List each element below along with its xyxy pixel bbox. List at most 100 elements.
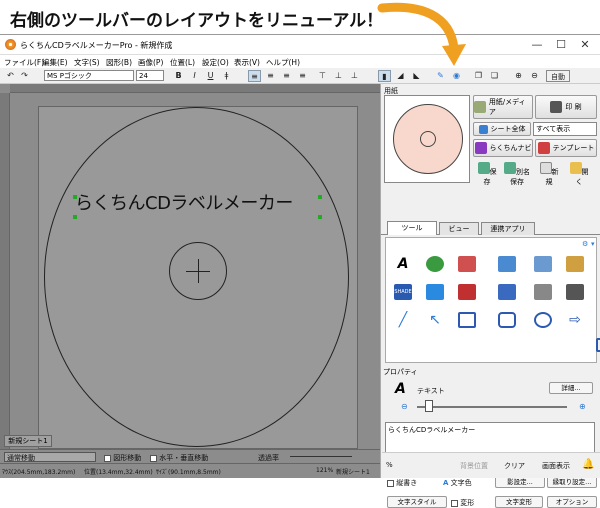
pin-icon[interactable]: ▾ — [591, 240, 595, 248]
text-deform-button[interactable]: 文字変形 — [495, 496, 543, 508]
font-size-select[interactable]: 24 — [136, 70, 164, 81]
zoom-in-small-icon[interactable]: ⊕ — [579, 402, 586, 411]
zoom-in-icon[interactable]: ⊕ — [512, 70, 525, 82]
transparency-slider[interactable] — [290, 456, 352, 457]
menu-text[interactable]: 文字(S) — [74, 57, 100, 68]
print-button[interactable]: 印 刷 — [535, 95, 597, 119]
new-doc-icon — [539, 162, 552, 174]
deform-checkbox[interactable] — [451, 499, 458, 507]
navi-button[interactable]: らくちんナビ — [473, 139, 533, 157]
paper-media-button[interactable]: 用紙/メディア — [473, 95, 533, 119]
logo-tool-icon[interactable] — [426, 284, 444, 300]
selection-handle[interactable] — [73, 215, 77, 219]
shape-tool-icon[interactable] — [458, 256, 476, 272]
underline-button[interactable]: U — [204, 70, 217, 82]
photo-tool-icon[interactable] — [426, 256, 444, 272]
zoom-out-small-icon[interactable]: ⊖ — [401, 402, 408, 411]
text-style-button[interactable]: 文字スタイル — [387, 496, 447, 508]
zoom-out-icon[interactable]: ⊖ — [528, 70, 541, 82]
font-select[interactable]: MS Pゴシック — [44, 70, 134, 81]
menu-view[interactable]: 表示(V) — [234, 57, 260, 68]
selection-handle[interactable] — [318, 215, 322, 219]
menu-file[interactable]: ファイル(F) — [4, 57, 44, 68]
shade-tool-icon[interactable]: SHADE — [394, 284, 412, 300]
line-tool-icon[interactable]: ╱ — [394, 312, 412, 328]
save-as-button[interactable]: 別名保存 — [501, 162, 533, 187]
paper-preview[interactable] — [384, 95, 470, 183]
undo-icon[interactable]: ↶ — [4, 70, 17, 82]
copy-icon[interactable]: ❐ — [472, 70, 485, 82]
details-button[interactable]: 詳細... — [549, 382, 593, 394]
align-left-icon[interactable]: ≡ — [248, 70, 261, 82]
frame-tool-icon[interactable] — [566, 256, 584, 272]
screen-display-button[interactable]: 画面表示 — [542, 461, 570, 471]
template-label: テンプレート — [552, 144, 595, 152]
size-slider[interactable] — [417, 406, 567, 408]
strikethrough-button[interactable]: ǂ — [220, 70, 233, 82]
screen-capture-icon[interactable] — [458, 284, 476, 300]
printer-icon — [550, 101, 563, 113]
template-button[interactable]: テンプレート — [535, 139, 597, 157]
opacity-percent: % — [386, 461, 393, 469]
text-color-icon[interactable]: A — [443, 479, 448, 487]
save-icon — [477, 162, 490, 174]
maximize-button[interactable]: ☐ — [548, 38, 574, 52]
new-button[interactable]: 新規 — [537, 162, 561, 187]
italic-button[interactable]: I — [188, 70, 201, 82]
redo-icon[interactable]: ↷ — [18, 70, 31, 82]
rounded-rect-tool-icon[interactable] — [498, 312, 516, 328]
polygon-tool-icon[interactable] — [596, 338, 600, 352]
curve-tool-icon[interactable]: ↖ — [426, 312, 444, 328]
option-button[interactable]: オプション — [547, 496, 597, 508]
tab-view[interactable]: ビュー — [439, 222, 479, 235]
bold-button[interactable]: B — [172, 70, 185, 82]
menu-position[interactable]: 位置(L) — [170, 57, 195, 68]
vertical-align-bottom-icon[interactable]: ⊥ — [348, 70, 361, 82]
paste-icon[interactable]: ❏ — [488, 70, 501, 82]
selection-handle[interactable] — [318, 195, 322, 199]
clear-button[interactable]: クリア — [504, 461, 525, 471]
menu-help[interactable]: ヘルプ(H) — [266, 57, 300, 68]
vertical-align-middle-icon[interactable]: ⊥ — [332, 70, 345, 82]
zoom-auto-button[interactable]: 自動 — [546, 70, 570, 82]
clipart-tool-icon[interactable] — [534, 256, 552, 272]
checkbox-shape-move[interactable] — [104, 454, 111, 462]
rectangle-tool-icon[interactable] — [458, 312, 476, 328]
arrow-tool-icon[interactable]: ⇨ — [566, 312, 584, 328]
qrcode-tool-icon[interactable] — [566, 284, 584, 300]
vertical-align-top-icon[interactable]: ⊤ — [316, 70, 329, 82]
close-button[interactable]: ✕ — [572, 38, 598, 52]
open-button[interactable]: 開く — [567, 162, 591, 187]
label-canvas[interactable]: らくちんCDラベルメーカー — [38, 106, 358, 449]
tab-linked-apps[interactable]: 連携アプリ — [481, 222, 535, 235]
align-center-icon[interactable]: ≡ — [264, 70, 277, 82]
label-text-object[interactable]: らくちんCDラベルメーカー — [75, 189, 293, 215]
text-tool-icon[interactable]: A — [394, 256, 412, 272]
size-slider-thumb[interactable] — [425, 400, 433, 412]
barcode-tool-icon[interactable] — [534, 284, 552, 300]
menu-settings[interactable]: 設定(O) — [202, 57, 229, 68]
align-justify-icon[interactable]: ≡ — [296, 70, 309, 82]
image-tool-icon[interactable] — [498, 256, 516, 272]
minimize-button[interactable]: — — [524, 38, 550, 52]
sheet-tab[interactable]: 新規シート1 — [4, 435, 52, 447]
bell-icon[interactable]: 🔔 — [582, 459, 594, 470]
ellipse-tool-icon[interactable] — [534, 312, 552, 328]
align-right-icon[interactable]: ≡ — [280, 70, 293, 82]
menu-edit[interactable]: 編集(E) — [42, 57, 68, 68]
selection-handle[interactable] — [73, 195, 77, 199]
background-position-button[interactable]: 背景位置 — [460, 461, 488, 471]
display-select[interactable]: すべて表示 — [533, 122, 597, 136]
menu-shape[interactable]: 図形(B) — [106, 57, 132, 68]
shape-move-label: 図形移動 — [113, 454, 142, 462]
move-mode-select[interactable]: 通常移動 — [4, 452, 96, 462]
menu-image[interactable]: 画像(P) — [138, 57, 163, 68]
current-sheet: 新規シート1 — [336, 469, 370, 476]
vertical-checkbox[interactable] — [387, 479, 394, 487]
tab-tools[interactable]: ツール — [387, 221, 437, 235]
sheet-all-button[interactable]: シート全体 — [473, 122, 531, 136]
save-button[interactable]: 保存 — [475, 162, 499, 187]
calendar-tool-icon[interactable] — [498, 284, 516, 300]
checkbox-hv-move[interactable] — [150, 454, 157, 462]
settings-gear-icon[interactable]: ⚙ — [582, 240, 588, 248]
